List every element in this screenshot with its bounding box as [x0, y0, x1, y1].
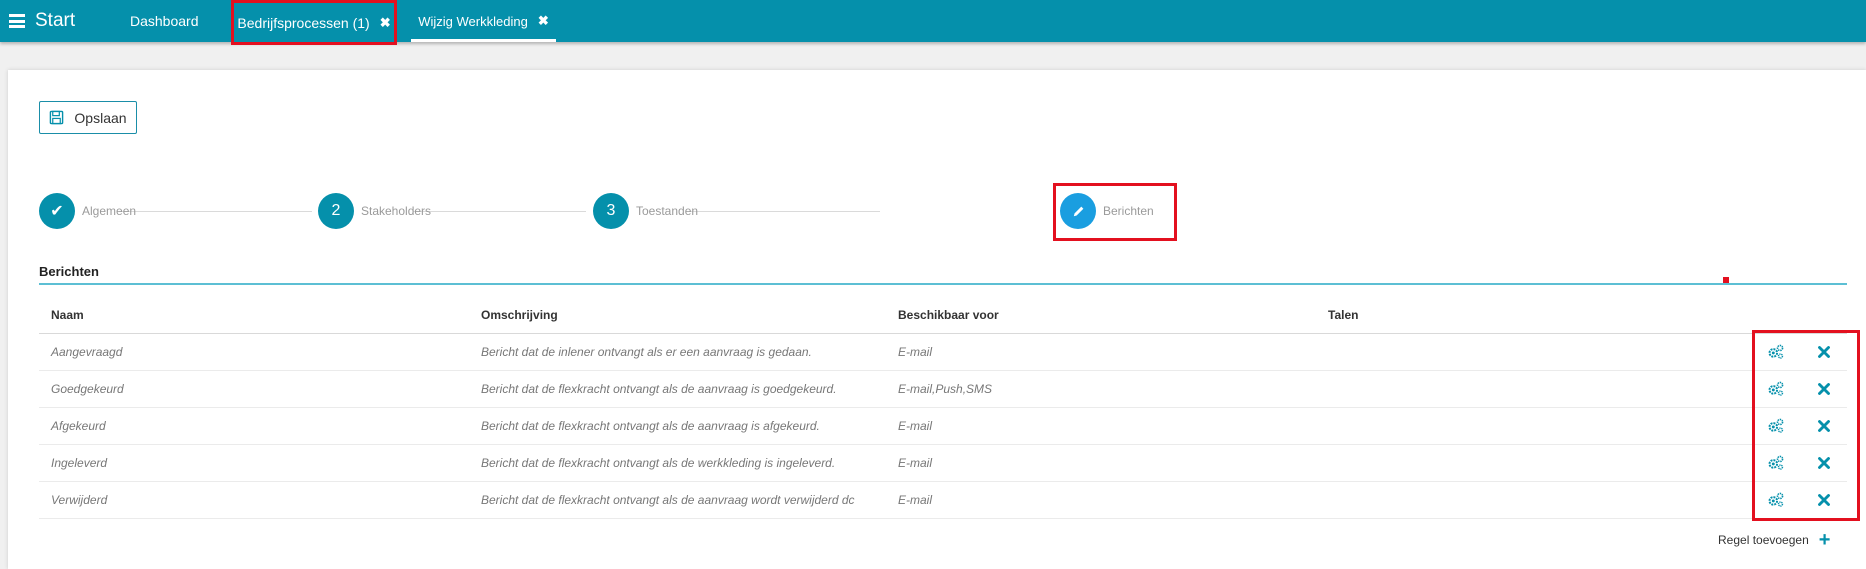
cell-beschikbaar-voor: E-mail	[886, 333, 1316, 371]
tab-dashboard[interactable]: Dashboard	[130, 0, 199, 42]
start-menu-button[interactable]: Start	[9, 8, 75, 34]
close-icon[interactable]: ✖	[538, 13, 549, 29]
column-header-omschrijving[interactable]: Omschrijving	[469, 297, 886, 334]
cell-talen	[1316, 370, 1728, 408]
cell-naam: Goedgekeurd	[39, 370, 469, 408]
step-number: 2	[318, 193, 354, 229]
cell-naam: Afgekeurd	[39, 407, 469, 445]
cell-naam: Aangevraagd	[39, 333, 469, 371]
cell-omschrijving: Bericht dat de flexkracht ontvangt als d…	[469, 370, 886, 408]
add-row-button[interactable]: Regel toevoegen +	[1718, 530, 1830, 550]
cell-omschrijving: Bericht dat de flexkracht ontvangt als d…	[469, 407, 886, 445]
active-tab-underline	[411, 39, 556, 42]
content-panel: Opslaan ✔ Algemeen 2 Stakeholders 3 Toes…	[8, 70, 1866, 569]
cell-naam: Verwijderd	[39, 481, 469, 519]
tab-dashboard-label: Dashboard	[130, 13, 199, 29]
step-connector	[689, 211, 880, 212]
table-row[interactable]: Verwijderd Bericht dat de flexkracht ontv…	[39, 481, 1847, 519]
tab-wijzig-werkkleding-label: Wijzig Werkkleding	[418, 13, 528, 29]
cell-beschikbaar-voor: E-mail	[886, 444, 1316, 482]
cell-beschikbaar-voor: E-mail	[886, 481, 1316, 519]
table-row[interactable]: Goedgekeurd Bericht dat de flexkracht ont…	[39, 370, 1847, 408]
cell-talen	[1316, 481, 1728, 519]
marker-dot	[1723, 277, 1729, 283]
cell-omschrijving: Bericht dat de flexkracht ontvangt als d…	[469, 444, 886, 482]
cell-beschikbaar-voor: E-mail	[886, 407, 1316, 445]
step-stakeholders[interactable]: 2 Stakeholders	[318, 193, 431, 229]
step-number: 3	[593, 193, 629, 229]
start-label: Start	[35, 10, 76, 31]
cell-beschikbaar-voor: E-mail,Push,SMS	[886, 370, 1316, 408]
step-label: Stakeholders	[361, 204, 432, 218]
save-button-label: Opslaan	[74, 109, 127, 126]
table-row[interactable]: Ingeleverd Bericht dat de flexkracht ontv…	[39, 444, 1847, 482]
cell-omschrijving: Bericht dat de flexkracht ontvangt als d…	[469, 481, 886, 519]
berichten-table: Naam Omschrijving Beschikbaar voor Talen…	[39, 297, 1847, 519]
close-icon[interactable]: ✖	[380, 15, 391, 31]
step-toestanden[interactable]: 3 Toestanden	[593, 193, 698, 229]
section-title: Berichten	[39, 264, 99, 279]
column-header-beschikbaar-voor[interactable]: Beschikbaar voor	[886, 297, 1316, 334]
cell-talen	[1316, 444, 1728, 482]
column-header-actions	[1728, 297, 1847, 334]
cell-talen	[1316, 333, 1728, 371]
step-connector	[119, 211, 312, 212]
column-header-naam[interactable]: Naam	[39, 297, 469, 334]
check-icon: ✔	[39, 193, 75, 229]
actions-highlight-box	[1752, 330, 1860, 521]
step-highlight-box	[1053, 183, 1177, 241]
step-connector	[413, 211, 586, 212]
top-navigation-bar: Start Dashboard Bedrijfsprocessen (1) ✖ …	[0, 0, 1866, 45]
table-row[interactable]: Aangevraagd Bericht dat de inlener ontvan…	[39, 333, 1847, 371]
tab-bedrijfsprocessen-label: Bedrijfsprocessen (1)	[237, 14, 370, 31]
step-label: Toestanden	[636, 204, 699, 218]
cell-naam: Ingeleverd	[39, 444, 469, 482]
hamburger-menu-icon	[9, 14, 25, 28]
cell-omschrijving: Bericht dat de inlener ontvangt als er e…	[469, 333, 886, 371]
save-button[interactable]: Opslaan	[39, 101, 137, 134]
add-row-label: Regel toevoegen	[1718, 533, 1809, 547]
tab-bedrijfsprocessen[interactable]: Bedrijfsprocessen (1) ✖	[231, 0, 397, 45]
column-header-talen[interactable]: Talen	[1316, 297, 1728, 334]
section-divider	[39, 283, 1847, 285]
tab-wijzig-werkkleding[interactable]: Wijzig Werkkleding ✖	[411, 0, 556, 42]
table-header-row: Naam Omschrijving Beschikbaar voor Talen	[39, 297, 1847, 334]
step-label: Algemeen	[82, 204, 137, 218]
floppy-disk-icon	[50, 110, 64, 125]
step-algemeen[interactable]: ✔ Algemeen	[39, 193, 136, 229]
cell-talen	[1316, 407, 1728, 445]
table-row[interactable]: Afgekeurd Bericht dat de flexkracht ontva…	[39, 407, 1847, 445]
plus-icon: +	[1818, 529, 1831, 551]
